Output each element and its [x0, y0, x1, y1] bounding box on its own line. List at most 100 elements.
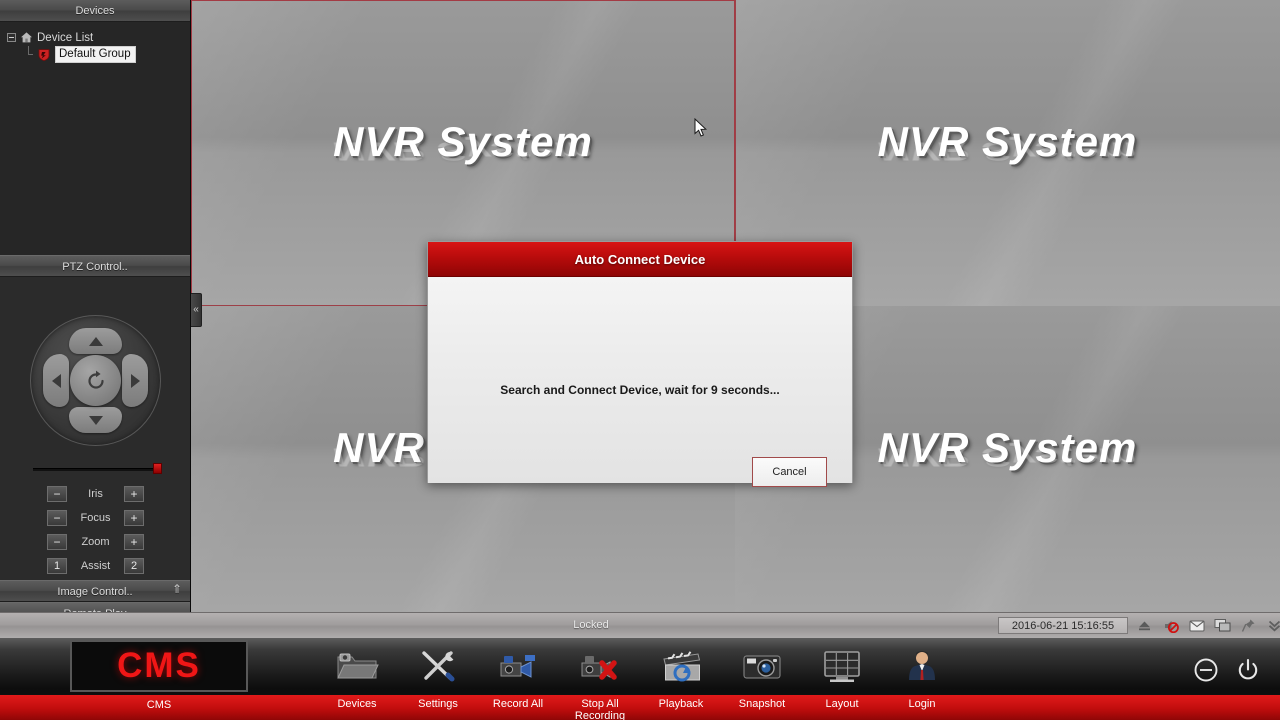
status-timestamp: 2016-06-21 15:16:55 [998, 617, 1128, 634]
ptz-down-button[interactable] [69, 407, 122, 433]
camcorder-record-icon [473, 645, 563, 687]
mouse-cursor [694, 118, 708, 137]
window-control-buttons [1192, 656, 1262, 684]
ptz-row-zoom: − Zoom + [0, 530, 191, 553]
zoom-decrease-button[interactable]: − [47, 533, 67, 550]
tools-icon [393, 645, 483, 687]
ptz-row-focus: − Focus + [0, 506, 191, 529]
cms-logo[interactable]: CMS [70, 640, 248, 692]
toolbar-label-record-all: Record All [492, 698, 544, 710]
ptz-left-button[interactable] [43, 354, 69, 407]
ptz-row-iris: − Iris + [0, 482, 191, 505]
focus-decrease-button[interactable]: − [47, 509, 67, 526]
ptz-panel-header[interactable]: PTZ Control.. [0, 255, 190, 277]
toolbar-button-playback[interactable]: Playback [636, 645, 726, 710]
camcorder-stop-icon [555, 645, 645, 687]
toolbar-label-login: Login [908, 698, 936, 710]
power-button[interactable] [1234, 656, 1262, 684]
devices-panel-title: Devices [75, 5, 115, 17]
status-bar-icons [1136, 615, 1280, 636]
cms-application-window: Devices Device List Default Group PTZ Co… [0, 0, 1280, 720]
toolbar-button-snapshot[interactable]: Snapshot [717, 645, 807, 710]
left-sidebar: Devices Device List Default Group PTZ Co… [0, 0, 191, 624]
assist-label: Assist [80, 559, 111, 572]
iris-increase-button[interactable]: + [124, 485, 144, 502]
rotate-icon [87, 370, 104, 389]
assist-1-button[interactable]: 1 [47, 557, 67, 574]
pin-icon[interactable] [1240, 617, 1257, 634]
toolbar-label-stop-all-recording: Stop All Recording [574, 698, 626, 720]
arrow-left-icon [51, 373, 61, 388]
status-bar: Locked 2016-06-21 15:16:55 [0, 612, 1280, 638]
status-locked-text: Locked [573, 619, 609, 631]
auto-connect-dialog: Auto Connect Device Search and Connect D… [427, 241, 853, 487]
toolbar-label-settings: Settings [418, 698, 458, 710]
status-bar-center: Locked [191, 613, 991, 638]
image-control-panel-header[interactable]: Image Control.. ⇑ [0, 580, 190, 602]
toolbar-button-devices[interactable]: Devices [312, 645, 402, 710]
focus-label: Focus [80, 511, 111, 524]
chevron-double-up-icon[interactable]: ⇑ [172, 583, 182, 595]
dialog-body: Search and Connect Device, wait for 9 se… [428, 277, 852, 487]
video-cell-2-watermark-reflection: NVR System [877, 136, 1138, 166]
focus-increase-button[interactable]: + [124, 509, 144, 526]
ptz-up-button[interactable] [69, 328, 122, 354]
minus-circle-icon [1194, 658, 1218, 682]
ptz-control-body: − Iris + − Focus + − Zoom + 1 Assist 2 [0, 277, 190, 580]
tree-label-device-list: Device List [37, 31, 94, 44]
mail-icon[interactable] [1188, 617, 1205, 634]
minimize-button[interactable] [1192, 656, 1220, 684]
image-control-title: Image Control.. [57, 586, 133, 598]
eject-icon[interactable] [1136, 617, 1153, 634]
toolbar-button-layout[interactable]: Layout [797, 645, 887, 710]
toolbar-label-snapshot: Snapshot [738, 698, 786, 710]
slider-track [33, 468, 161, 471]
toolbar-button-settings[interactable]: Settings [393, 645, 483, 710]
monitor-grid-icon [797, 645, 887, 687]
cancel-button[interactable]: Cancel [752, 457, 827, 487]
arrow-down-icon [88, 415, 103, 425]
ptz-button-rows: − Iris + − Focus + − Zoom + 1 Assist 2 [0, 482, 191, 578]
iris-label: Iris [88, 487, 103, 500]
toolbar-label-playback: Playback [658, 698, 704, 710]
shield-icon [38, 48, 50, 61]
display-icon[interactable] [1214, 617, 1231, 634]
sidebar-collapse-handle[interactable]: « [191, 293, 202, 327]
user-icon [877, 645, 967, 687]
toolbar-button-stop-all-recording[interactable]: Stop All Recording [555, 645, 645, 720]
slider-handle[interactable] [153, 463, 162, 474]
ptz-joystick[interactable] [30, 315, 161, 446]
dialog-title: Auto Connect Device [428, 242, 852, 277]
ptz-speed-slider[interactable] [33, 462, 162, 476]
toolbar-label-devices: Devices [337, 698, 377, 710]
clapperboard-icon [636, 645, 726, 687]
toolbar-label-layout: Layout [825, 698, 859, 710]
tree-label-default-group[interactable]: Default Group [55, 46, 136, 63]
video-cell-1-watermark-reflection: NVR System [333, 136, 593, 166]
assist-2-button[interactable]: 2 [124, 557, 144, 574]
device-tree: Device List Default Group [0, 22, 190, 255]
camera-icon [717, 645, 807, 687]
mute-speaker-icon[interactable] [1162, 617, 1179, 634]
chevron-double-down-icon[interactable] [1266, 617, 1280, 634]
power-icon [1238, 658, 1258, 680]
tree-connector [24, 46, 33, 63]
dialog-message: Search and Connect Device, wait for 9 se… [500, 383, 780, 397]
devices-folder-icon [312, 645, 402, 687]
zoom-label: Zoom [81, 535, 110, 548]
toolbar-button-login[interactable]: Login [877, 645, 967, 710]
zoom-increase-button[interactable]: + [124, 533, 144, 550]
ptz-right-button[interactable] [122, 354, 148, 407]
expand-collapse-icon[interactable] [7, 33, 16, 42]
cms-logo-text: CMS [117, 646, 201, 685]
iris-decrease-button[interactable]: − [47, 485, 67, 502]
devices-panel-header[interactable]: Devices [0, 0, 190, 22]
cms-logo-label: CMS [146, 699, 172, 711]
ptz-row-assist: 1 Assist 2 [0, 554, 191, 577]
tree-row-default-group[interactable]: Default Group [24, 46, 190, 63]
tree-row-device-list[interactable]: Device List [7, 29, 190, 46]
ptz-auto-rotate-button[interactable] [70, 355, 121, 406]
toolbar-button-record-all[interactable]: Record All [473, 645, 563, 710]
arrow-right-icon [130, 373, 140, 388]
arrow-up-icon [88, 336, 103, 346]
